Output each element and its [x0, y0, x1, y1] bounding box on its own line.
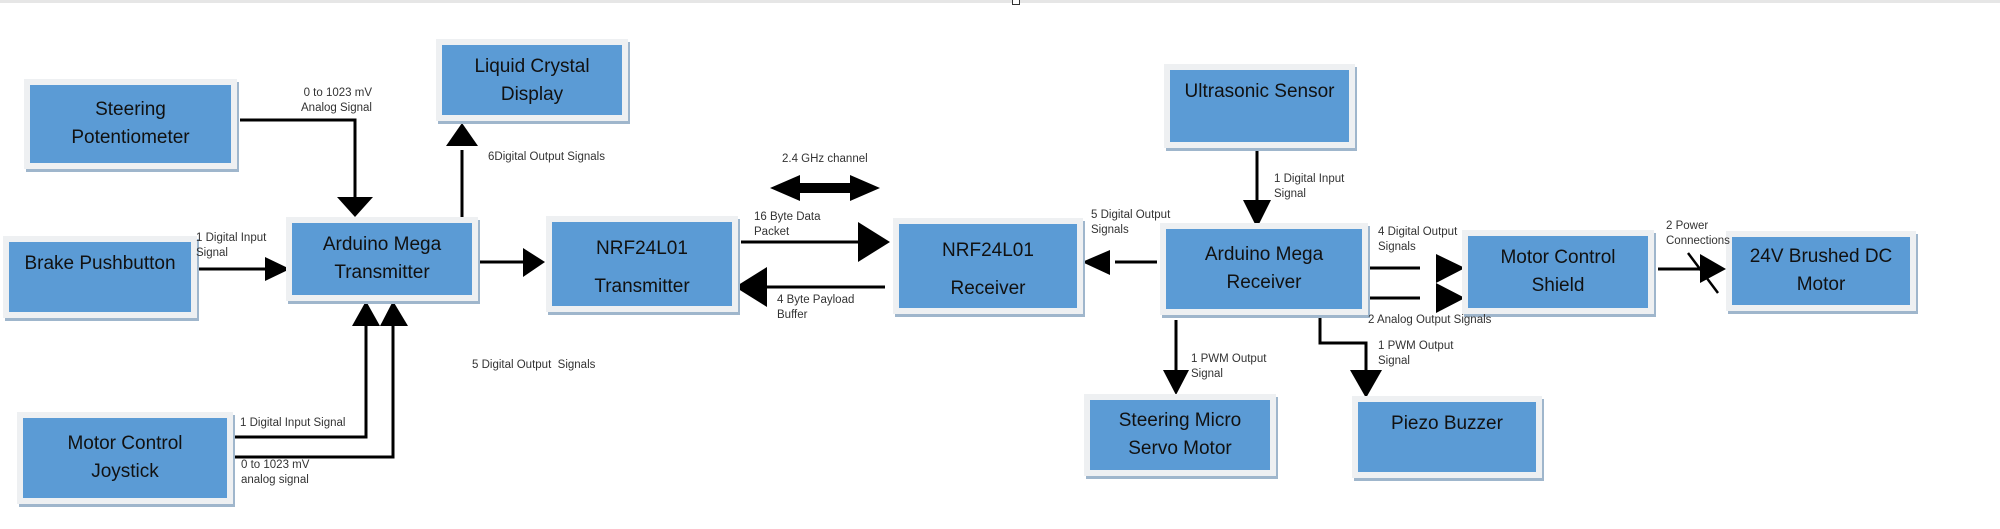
arrowhead-servo — [1163, 370, 1189, 395]
label-arduino-tx-to-nrf-signals: 5 Digital Output Signals — [472, 359, 596, 371]
arrow-shaft-2-4ghz — [798, 183, 850, 193]
block-nrf24l01-receiver: NRF24L01 Receiver — [893, 218, 1083, 314]
block-24v-brushed-dc-motor: 24V Brushed DC Motor — [1726, 231, 1916, 311]
block-lcd-line-1: Liquid Crystal — [474, 56, 590, 77]
arrowhead-piezo — [1350, 370, 1382, 398]
block-arduino-tx-line-2: Transmitter — [334, 262, 430, 283]
block-nrf-rx-line-2: Receiver — [950, 278, 1026, 299]
block-arduino-mega-transmitter: Arduino Mega Transmitter — [286, 217, 478, 301]
block-motor-control-joystick: Motor Control Joystick — [17, 412, 233, 504]
block-nrf-rx-line-1: NRF24L01 — [942, 240, 1034, 261]
block-piezo-line-1: Piezo Buzzer — [1391, 413, 1503, 434]
block-dc-motor-line-1: 24V Brushed DC — [1749, 246, 1893, 267]
label-brake-signal: 1 Digital Input Signal — [196, 232, 267, 259]
arrowhead-joystick-digital — [352, 301, 380, 326]
block-brake-pushbutton-line-1: Brake Pushbutton — [24, 253, 176, 274]
block-liquid-crystal-display: Liquid Crystal Display — [436, 39, 628, 121]
arrowhead-2-4ghz-right — [850, 175, 880, 201]
block-nrf-tx-line-2: Transmitter — [594, 276, 690, 297]
block-nrf-tx-line-1: NRF24L01 — [596, 238, 688, 259]
block-arduino-tx-line-1: Arduino Mega — [322, 234, 442, 255]
arrowhead-dc-motor — [1700, 254, 1726, 283]
label-servo-pwm: 1 PWM Output Signal — [1191, 353, 1267, 380]
arrowhead-2-4ghz-left — [770, 175, 800, 201]
block-steering-potentiometer-line-1: Steering — [95, 99, 166, 120]
block-nrf24l01-transmitter: NRF24L01 Transmitter — [546, 216, 738, 312]
block-lcd-line-2: Display — [500, 84, 564, 105]
arrowhead-nrf-rx-from-arduino — [1082, 250, 1110, 275]
block-dc-motor-line-2: Motor — [1796, 274, 1846, 295]
label-piezo-pwm: 1 PWM Output Signal — [1378, 340, 1454, 367]
arrowhead-nrf-tx-in — [523, 248, 545, 277]
arrowhead-shield-digital — [1436, 254, 1465, 283]
block-steering-potentiometer-line-2: Potentiometer — [71, 127, 190, 148]
label-joystick-digital-signal: 1 Digital Input Signal — [240, 417, 346, 429]
block-motor-control-joystick-line-1: Motor Control — [67, 433, 183, 454]
block-arduino-rx-line-1: Arduino Mega — [1204, 244, 1324, 265]
label-16-byte-packet: 16 Byte Data Packet — [754, 211, 821, 238]
block-brake-pushbutton: Brake Pushbutton — [3, 236, 197, 318]
label-arduino-rx-to-nrf-signals: 5 Digital Output Signals — [1091, 209, 1171, 236]
block-ultrasonic-line-1: Ultrasonic Sensor — [1184, 81, 1335, 102]
label-power-connections: 2 Power Connections — [1666, 220, 1730, 247]
label-lcd-signals: 6Digital Output Signals — [488, 151, 605, 163]
block-motor-shield-line-2: Shield — [1531, 275, 1585, 296]
label-ultrasonic-signal: 1 Digital Input Signal — [1274, 173, 1345, 200]
wire-arduino-rx-to-piezo — [1318, 318, 1368, 370]
block-ultrasonic-sensor: Ultrasonic Sensor — [1164, 64, 1355, 148]
label-joystick-analog-signal: 0 to 1023 mV analog signal — [241, 459, 310, 486]
arrowhead-lcd — [446, 123, 478, 146]
arrowhead-joystick-analog — [380, 301, 408, 326]
label-shield-analog-signals: 2 Analog Output Signals — [1368, 314, 1492, 326]
label-4-byte-payload: 4 Byte Payload Buffer — [777, 294, 855, 321]
block-arduino-mega-receiver: Arduino Mega Receiver — [1160, 223, 1368, 315]
block-steering-micro-servo-motor: Steering Micro Servo Motor — [1084, 394, 1276, 476]
block-motor-control-joystick-line-2: Joystick — [91, 461, 159, 482]
arrowhead-shield-analog — [1436, 283, 1465, 313]
block-motor-control-shield: Motor Control Shield — [1462, 230, 1654, 314]
label-shield-digital-signals: 4 Digital Output Signals — [1378, 226, 1458, 253]
arrowhead-nrf-tx-return — [735, 267, 767, 307]
block-servo-line-2: Servo Motor — [1128, 438, 1232, 459]
block-motor-shield-line-1: Motor Control — [1500, 247, 1616, 268]
arrowhead-potentiometer — [337, 197, 373, 217]
label-2-4ghz-channel: 2.4 GHz channel — [782, 153, 868, 165]
block-piezo-buzzer: Piezo Buzzer — [1352, 396, 1542, 478]
block-arduino-rx-line-2: Receiver — [1226, 272, 1302, 293]
block-servo-line-1: Steering Micro — [1118, 410, 1242, 431]
arrowhead-nrf-rx-in — [858, 222, 890, 262]
wire-potentiometer-to-arduino-tx — [240, 118, 357, 200]
label-potentiometer-signal: 0 to 1023 mV Analog Signal — [301, 87, 372, 114]
block-steering-potentiometer: Steering Potentiometer — [24, 79, 237, 169]
